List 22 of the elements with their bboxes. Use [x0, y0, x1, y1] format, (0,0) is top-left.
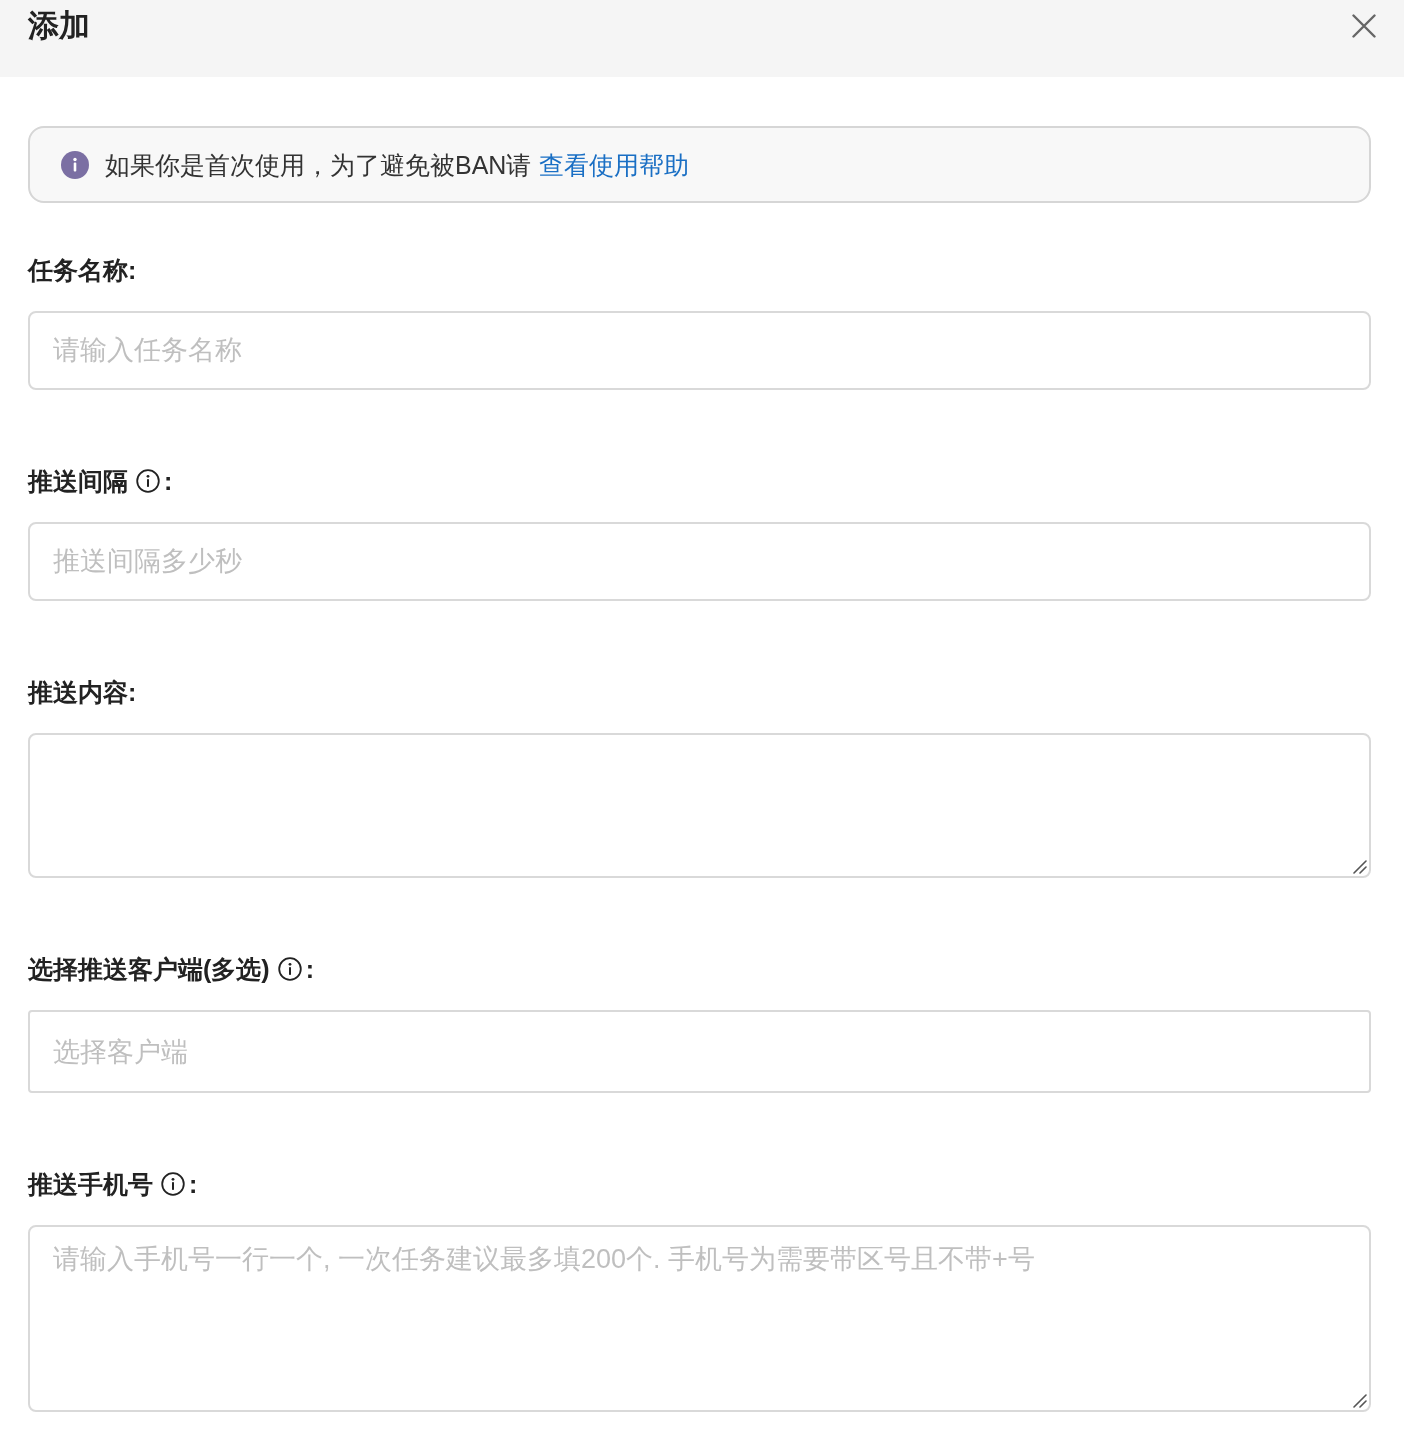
field-label: 选择推送客户端(多选) [28, 954, 270, 985]
label-colon: : [305, 954, 314, 985]
alert-message: 如果你是首次使用，为了避免被BAN请 查看使用帮助 [105, 149, 690, 181]
textarea-field[interactable]: 请输入手机号一行一个, 一次任务建议最多填200个. 手机号为需要带区号且不带+号 [28, 1225, 1371, 1412]
field-label: 推送内容: [28, 677, 137, 708]
field-label: 推送手机号 [28, 1169, 153, 1200]
label-colon: : [164, 466, 173, 497]
field-label: 任务名称: [28, 255, 137, 286]
info-icon[interactable] [161, 1172, 185, 1196]
help-link[interactable]: 查看使用帮助 [539, 150, 690, 179]
info-icon[interactable] [136, 469, 160, 493]
field-label: 推送间隔 [28, 466, 128, 497]
label-colon: : [189, 1169, 198, 1200]
input-field[interactable]: 请输入任务名称 [28, 311, 1371, 390]
resize-handle-icon[interactable] [1353, 860, 1367, 874]
info-icon[interactable] [277, 957, 302, 981]
dialog-title: 添加 [28, 8, 90, 44]
resize-handle-icon[interactable] [1353, 1394, 1367, 1408]
textarea-field[interactable] [28, 733, 1371, 878]
info-icon [61, 150, 89, 179]
close-icon[interactable] [1352, 14, 1376, 38]
input-field[interactable]: 推送间隔多少秒 [28, 522, 1371, 601]
